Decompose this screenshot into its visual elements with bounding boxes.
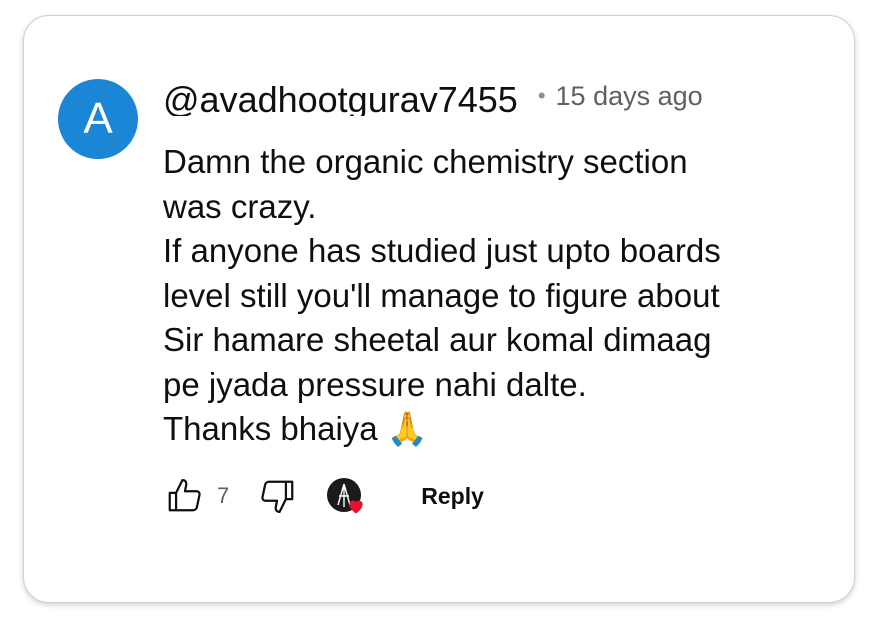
comment-header: @avadhootgurav7455 • 15 days ago [163, 74, 703, 118]
username-link[interactable]: @avadhootgurav7455 [163, 76, 518, 116]
creator-heart-badge [325, 476, 365, 516]
like-button[interactable] [163, 476, 205, 516]
thumbs-up-icon [168, 479, 201, 512]
avatar-letter: A [83, 94, 113, 143]
creator-heart-icon [349, 500, 363, 514]
separator-dot: • [537, 83, 546, 108]
reply-button[interactable]: Reply [421, 483, 484, 510]
timestamp-link[interactable]: 15 days ago [556, 81, 703, 112]
avatar[interactable]: A [58, 79, 138, 159]
dislike-button[interactable] [257, 476, 299, 516]
comment-actions: 7 Reply [163, 476, 484, 516]
like-count: 7 [217, 483, 230, 508]
thumbs-down-icon [261, 480, 294, 513]
comment-text: Damn the organic chemistry section was c… [163, 143, 721, 447]
